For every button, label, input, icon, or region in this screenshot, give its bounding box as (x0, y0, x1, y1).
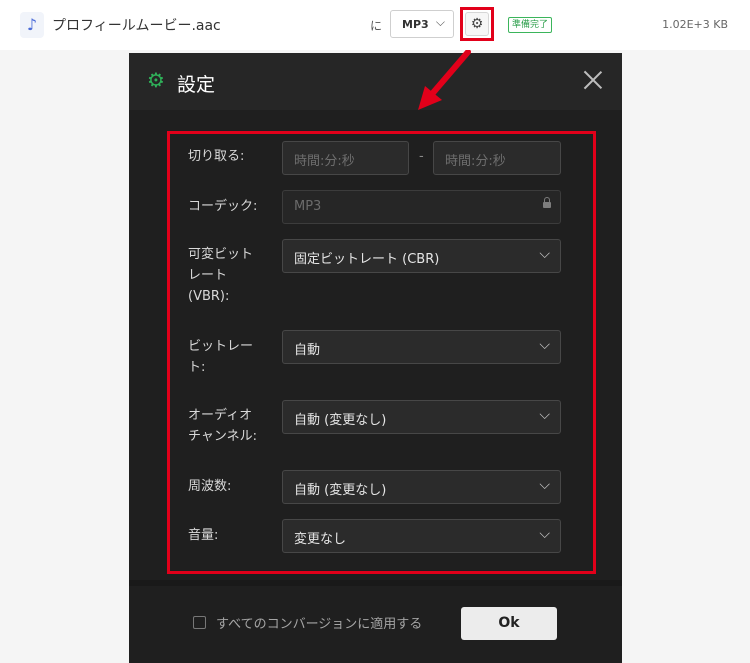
codec-field: MP3 (282, 190, 561, 224)
channel-select[interactable]: 自動 (変更なし) ⌵ (282, 400, 561, 434)
gear-icon: ⚙ (147, 68, 165, 92)
channel-label-line-2: チャンネル: (188, 429, 257, 444)
chevron-down-icon: ⌵ (539, 246, 550, 262)
vbr-label-line-1: 可変ビット (188, 247, 254, 262)
dialog-header: ⚙ 設定 (129, 53, 622, 110)
lock-icon (543, 197, 551, 208)
trim-start-placeholder: 時間:分:秒 (294, 154, 355, 169)
apply-all-label[interactable]: すべてのコンバージョンに適用する (216, 613, 422, 632)
volume-select[interactable]: 変更なし ⌵ (282, 519, 561, 553)
ok-button[interactable]: Ok (461, 607, 557, 640)
bitrate-select[interactable]: 自動 ⌵ (282, 330, 561, 364)
output-format-select[interactable]: MP3 ⌵ (390, 10, 454, 38)
annotation-arrow (418, 50, 471, 110)
settings-dialog: ⚙ 設定 切り取る: 時間:分:秒 - 時間:分:秒 コーデック: MP3 可変… (129, 53, 622, 663)
chevron-down-icon: ⌵ (539, 337, 550, 353)
trim-start-input[interactable]: 時間:分:秒 (282, 141, 409, 175)
trim-end-input[interactable]: 時間:分:秒 (433, 141, 561, 175)
footer-divider (129, 580, 622, 586)
file-name: プロフィールムービー.aac (52, 18, 221, 34)
bitrate-label-line-1: ビットレー (188, 339, 254, 354)
codec-value: MP3 (294, 199, 322, 214)
dialog-title: 設定 (177, 74, 216, 96)
close-icon[interactable] (580, 67, 606, 93)
bitrate-value: 自動 (294, 343, 321, 358)
frequency-label: 周波数: (188, 479, 232, 494)
volume-value: 変更なし (294, 532, 347, 547)
channel-value: 自動 (変更なし) (294, 413, 387, 428)
chevron-down-icon: ⌵ (539, 407, 550, 423)
to-label: に (370, 19, 383, 33)
chevron-down-icon: ⌵ (539, 526, 550, 542)
output-format-value: MP3 (402, 18, 429, 31)
vbr-label-line-3: (VBR): (188, 289, 230, 304)
chevron-down-icon: ⌵ (435, 15, 445, 29)
gear-icon[interactable]: ⚙ (465, 12, 489, 36)
music-note-icon: ♪ (20, 12, 44, 38)
trim-separator: - (419, 149, 424, 164)
trim-label: 切り取る: (188, 149, 245, 164)
settings-button-highlight[interactable]: ⚙ (460, 7, 494, 41)
bitrate-label-line-2: ト: (188, 360, 206, 375)
chevron-down-icon: ⌵ (539, 477, 550, 493)
frequency-value: 自動 (変更なし) (294, 483, 387, 498)
vbr-select[interactable]: 固定ビットレート (CBR) ⌵ (282, 239, 561, 273)
file-row: ♪ プロフィールムービー.aac に MP3 ⌵ ⚙ 準備完了 1.02E+3 … (0, 0, 750, 50)
vbr-value: 固定ビットレート (CBR) (294, 252, 440, 267)
codec-label: コーデック: (188, 199, 258, 214)
apply-all-checkbox[interactable] (193, 616, 206, 629)
channel-label-line-1: オーディオ (188, 408, 253, 423)
volume-label: 音量: (188, 528, 219, 543)
frequency-select[interactable]: 自動 (変更なし) ⌵ (282, 470, 561, 504)
trim-end-placeholder: 時間:分:秒 (445, 154, 506, 169)
vbr-label-line-2: レート (188, 268, 228, 283)
file-size: 1.02E+3 KB (662, 18, 728, 31)
status-badge: 準備完了 (508, 17, 553, 33)
